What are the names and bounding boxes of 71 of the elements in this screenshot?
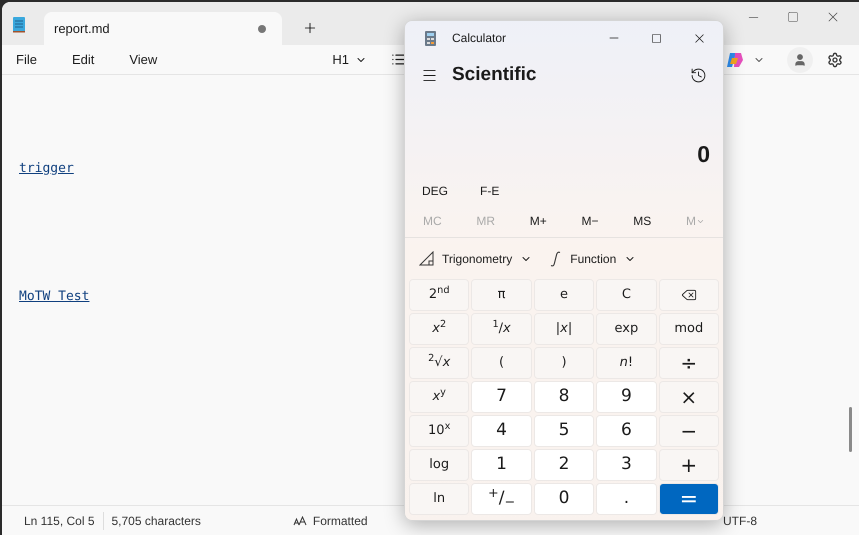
dropdown-button[interactable]: Trigonometry [417,250,534,268]
display-value: 0 [696,140,711,168]
dropdown-button[interactable]: Function [548,250,638,268]
tab-title: report.md [54,20,111,38]
calculator-key[interactable]: + [658,449,719,481]
document-tab[interactable]: report.md [44,12,282,45]
mode-button[interactable]: F-E [471,182,508,200]
calculator-key[interactable]: − [658,415,719,447]
memory-button[interactable]: M− [582,212,599,230]
settings-icon[interactable] [827,52,843,68]
heading-dropdown[interactable]: H1 [332,50,367,70]
calculator-key[interactable]: ln [409,483,470,515]
mode-title: Scientific [452,62,538,87]
encoding-status: UTF-8 [723,512,757,530]
calculator-icon [425,30,436,46]
copilot-icon[interactable] [726,52,744,68]
calculator-key[interactable]: mod [658,313,719,345]
calculator-key[interactable]: 8 [534,381,594,413]
maximize-icon[interactable] [651,32,662,44]
calculator-key[interactable]: x$^{2}$ [409,313,470,345]
calculator-key[interactable]: exp [596,313,657,345]
calculator-key[interactable]: π [471,279,532,311]
menu-item[interactable]: Edit [58,50,108,70]
cursor-position: Ln 115, Col 5 [2,512,104,530]
menu-item[interactable]: View [115,50,172,70]
character-count: 5,705 characters [110,512,201,530]
calculator-key[interactable]: C [596,279,657,311]
calculator-key[interactable]: log [409,449,470,481]
new-tab-icon[interactable] [302,20,318,36]
menu-item[interactable]: File [2,50,51,70]
backspace-button[interactable] [658,279,719,311]
calculator-key[interactable]: 6 [596,415,657,447]
calculator-key[interactable]: |x| [534,313,594,345]
calculator-key[interactable]: 1 [471,449,532,481]
memory-button[interactable]: M+ [530,212,547,230]
notepad-icon [12,15,26,33]
scrollbar-thumb[interactable] [849,407,852,452]
mode-button[interactable]: DEG [413,182,458,200]
calculator-key[interactable]: ) [534,347,594,379]
window-title: Calculator [452,30,508,47]
backspace-icon [680,287,697,303]
calculator-key[interactable]: ÷ [658,347,719,379]
avatar-icon[interactable] [787,46,813,72]
calculator-key[interactable]: 3 [596,449,657,481]
calculator-key[interactable]: e [534,279,594,311]
calculator-key[interactable]: $^{+}$/$_{−}$ [471,483,532,515]
calculator-key[interactable]: 7 [471,381,532,413]
calculator-key[interactable]: x$^{y}$ [409,381,470,413]
triangle-icon [419,251,434,266]
memory-button[interactable]: MS [633,212,652,230]
format-status[interactable]: Formatted [312,512,368,530]
calculator-key[interactable]: 10$^{x}$ [409,415,470,447]
calculator-key[interactable]: = [658,483,719,515]
format-icon [292,516,307,526]
link-text[interactable]: trigger [19,161,74,176]
calculator-key[interactable]: × [658,381,719,413]
calculator-key[interactable]: 4 [471,415,532,447]
calculator-key[interactable]: 0 [534,483,594,515]
list-icon[interactable] [390,52,406,67]
calculator-key[interactable]: 5 [534,415,594,447]
calculator-key[interactable]: $^{1}$/x [471,313,532,345]
calculator-key[interactable]: . [596,483,657,515]
calculator-key[interactable]: 9 [596,381,657,413]
function-icon [550,250,562,266]
history-icon[interactable] [690,66,707,84]
calculator-key[interactable]: $^{2}$√x [409,347,470,379]
link-text[interactable]: MoTW Test [19,288,90,304]
calculator-key[interactable]: 2$^{nd}$ [409,279,470,311]
calculator-key[interactable]: 2 [534,449,594,481]
calculator-key[interactable]: n! [596,347,657,379]
calculator-key[interactable]: ( [471,347,532,379]
